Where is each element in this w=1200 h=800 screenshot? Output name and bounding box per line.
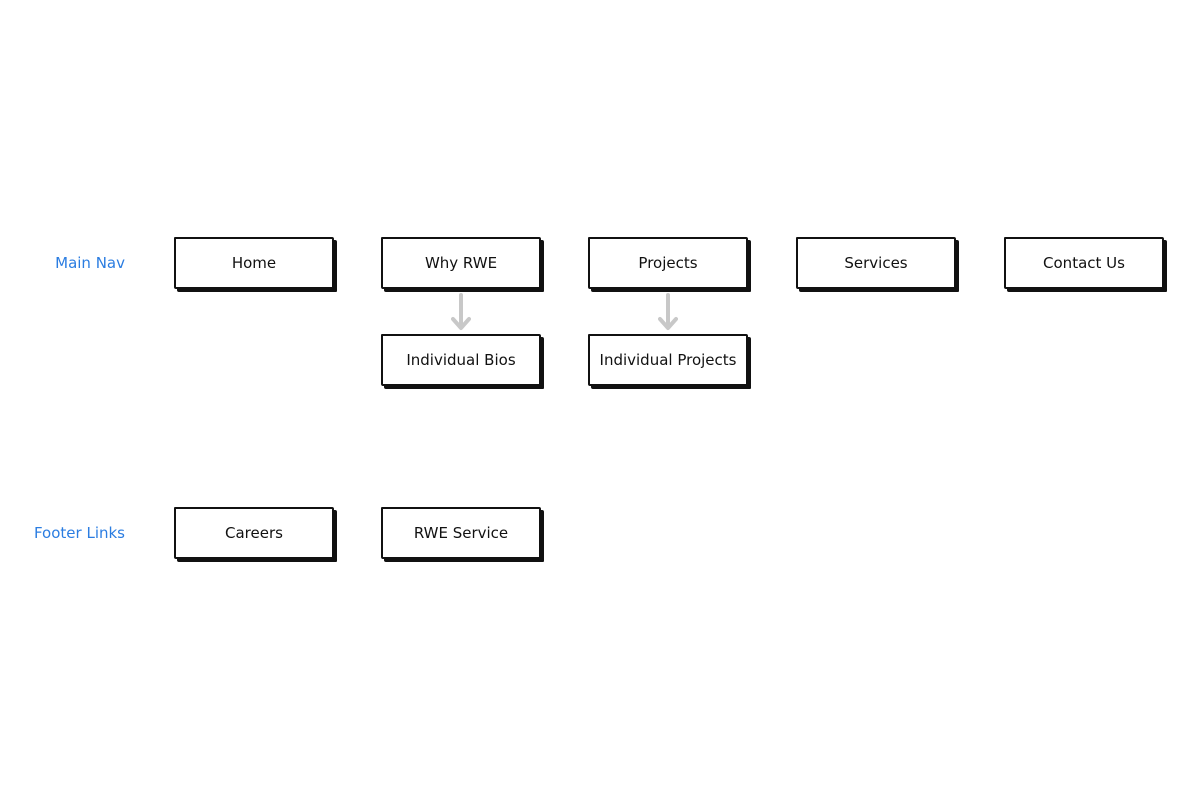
node-careers[interactable]: Careers: [174, 507, 334, 559]
node-why-rwe[interactable]: Why RWE: [381, 237, 541, 289]
node-individual-bios[interactable]: Individual Bios: [381, 334, 541, 386]
node-rwe-service[interactable]: RWE Service: [381, 507, 541, 559]
node-projects[interactable]: Projects: [588, 237, 748, 289]
node-home[interactable]: Home: [174, 237, 334, 289]
arrow-down-icon: [451, 293, 471, 330]
node-services[interactable]: Services: [796, 237, 956, 289]
node-individual-projects[interactable]: Individual Projects: [588, 334, 748, 386]
main-nav-label: Main Nav: [55, 254, 125, 272]
node-contact-us[interactable]: Contact Us: [1004, 237, 1164, 289]
arrow-down-icon: [658, 293, 678, 330]
footer-links-label: Footer Links: [33, 524, 125, 542]
